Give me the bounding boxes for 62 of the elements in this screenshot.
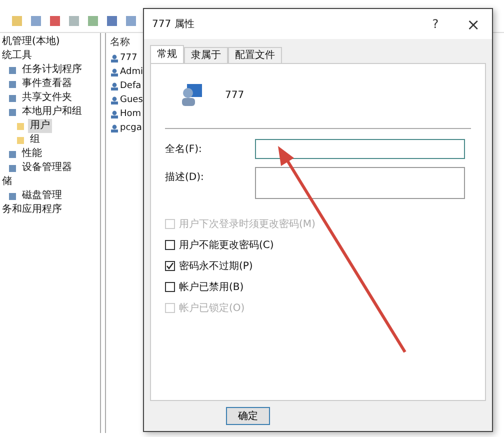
list-item[interactable]: Gues bbox=[120, 93, 143, 107]
tree-node-icon bbox=[8, 80, 17, 88]
list-item[interactable]: pcga bbox=[120, 121, 142, 135]
user-icon bbox=[110, 68, 119, 76]
toolbar-icon[interactable] bbox=[86, 14, 100, 28]
tree-item[interactable]: 任务计划程序 bbox=[20, 63, 84, 77]
tab[interactable]: 常规 bbox=[150, 45, 184, 63]
checkbox[interactable] bbox=[165, 282, 175, 292]
help-button[interactable]: ? bbox=[432, 17, 439, 31]
toolbar-icon[interactable] bbox=[48, 14, 62, 28]
toolbar-icon[interactable] bbox=[10, 14, 24, 28]
list-item[interactable]: 777 bbox=[120, 51, 138, 65]
tree-item[interactable]: 务和应用程序 bbox=[0, 203, 64, 217]
checkbox[interactable] bbox=[165, 260, 175, 270]
field-label: 全名(F): bbox=[164, 143, 203, 157]
tree-node-icon bbox=[8, 94, 17, 102]
toolbar-icon[interactable] bbox=[29, 14, 43, 28]
toolbar-icon[interactable] bbox=[105, 14, 119, 28]
list-item[interactable]: Admi bbox=[120, 65, 143, 79]
field-label: 描述(D): bbox=[164, 170, 205, 185]
tree-node-icon bbox=[16, 136, 25, 144]
tree-item[interactable]: 本地用户和组 bbox=[20, 105, 84, 119]
user-icon bbox=[181, 83, 203, 107]
close-button[interactable]: × bbox=[466, 14, 480, 34]
user-icon bbox=[110, 96, 119, 104]
tree-item[interactable]: 共享文件夹 bbox=[20, 91, 74, 105]
tree-item[interactable]: 事件查看器 bbox=[20, 77, 74, 91]
full-name-field[interactable] bbox=[255, 139, 465, 159]
list-item[interactable]: Defa bbox=[120, 79, 142, 93]
toolbar-icon[interactable] bbox=[124, 14, 138, 28]
tree-node-icon bbox=[8, 66, 17, 74]
tree-item[interactable]: 设备管理器 bbox=[20, 161, 74, 175]
tree-item[interactable]: 组 bbox=[28, 133, 42, 147]
toolbar-icon[interactable] bbox=[67, 14, 81, 28]
checkbox-label: 帐户已禁用(B) bbox=[179, 280, 244, 294]
user-icon bbox=[110, 54, 119, 62]
checkbox-label: 密码永不过期(P) bbox=[179, 260, 253, 272]
user-icon bbox=[110, 82, 119, 90]
tree-node-icon bbox=[8, 192, 17, 200]
window-title: 777 属性 bbox=[152, 18, 196, 31]
tree-item[interactable]: 储 bbox=[0, 175, 14, 189]
tree-item[interactable]: 性能 bbox=[20, 147, 44, 161]
tree-node-icon bbox=[8, 164, 17, 172]
description-field[interactable] bbox=[255, 167, 465, 199]
checkbox-label: 帐户已锁定(O) bbox=[179, 302, 245, 314]
user-icon bbox=[110, 124, 119, 132]
tree-node-icon bbox=[16, 122, 25, 130]
tab[interactable]: 隶属于 bbox=[184, 47, 228, 63]
tree-item[interactable]: 磁盘管理 bbox=[20, 189, 64, 203]
tree-node-icon bbox=[8, 108, 17, 116]
checkbox[interactable] bbox=[165, 240, 175, 250]
tree-node-icon bbox=[8, 150, 17, 158]
tree-item[interactable]: 统工具 bbox=[0, 49, 34, 63]
list-item[interactable]: Hom bbox=[120, 107, 142, 121]
user-icon bbox=[110, 110, 119, 118]
tab[interactable]: 配置文件 bbox=[228, 47, 282, 63]
ok-button[interactable]: 确定 bbox=[226, 407, 270, 425]
checkbox-label: 用户下次登录时须更改密码(M) bbox=[179, 218, 316, 230]
tree-item[interactable]: 用户 bbox=[28, 119, 52, 133]
tree-item[interactable]: 机管理(本地) bbox=[0, 35, 62, 49]
checkbox-label: 用户不能更改密码(C) bbox=[179, 238, 274, 252]
user-name: 777 bbox=[225, 90, 244, 100]
